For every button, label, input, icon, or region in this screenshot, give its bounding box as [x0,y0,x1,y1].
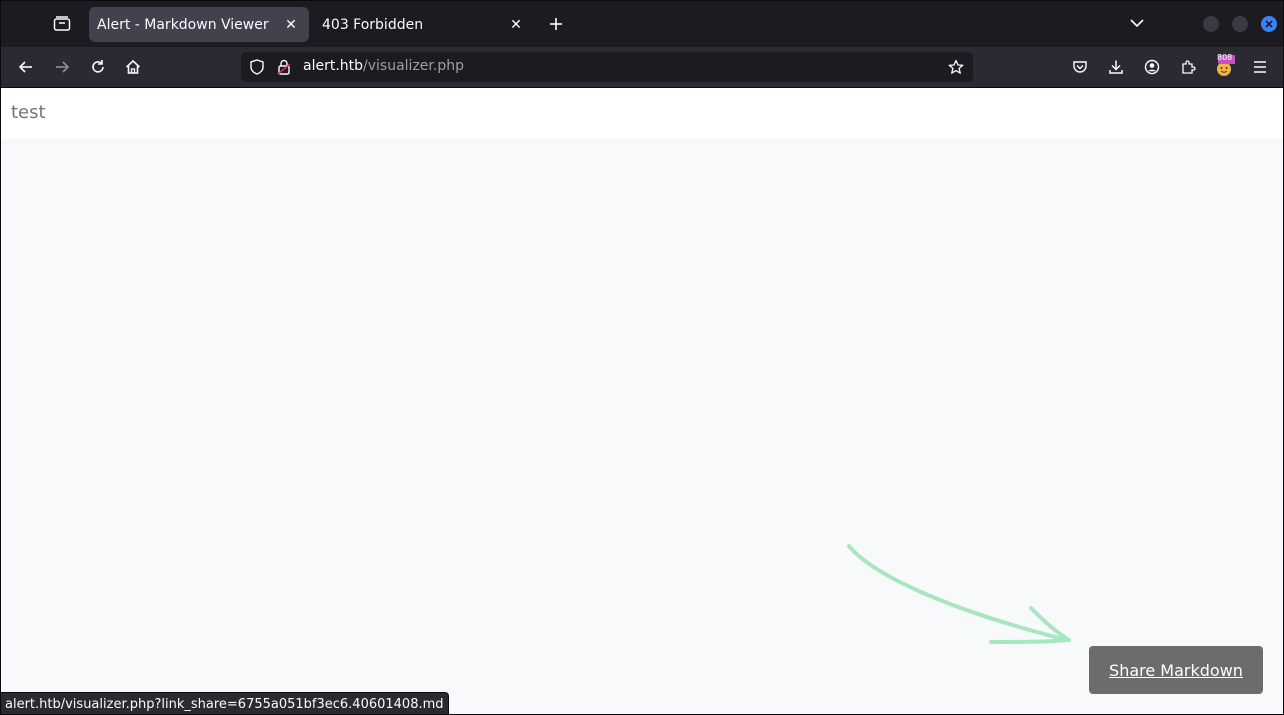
status-bar: alert.htb/visualizer.php?link_share=6755… [1,692,449,714]
close-icon[interactable]: ✕ [506,15,526,35]
extensions-icon[interactable] [1175,54,1201,80]
tab-title: Alert - Markdown Viewer [97,16,269,33]
browser-window: Alert - Markdown Viewer ✕ 403 Forbidden … [0,0,1284,715]
home-icon[interactable] [120,54,146,80]
window-close-button[interactable] [1261,16,1277,32]
lock-icon[interactable] [275,58,293,76]
back-icon[interactable] [13,54,39,80]
tab-bar: Alert - Markdown Viewer ✕ 403 Forbidden … [1,1,1283,47]
minimize-button[interactable] [1203,16,1219,32]
url-text[interactable]: alert.htb/visualizer.php [303,58,464,74]
share-markdown-button[interactable]: Share Markdown [1089,646,1263,694]
forward-icon[interactable] [49,54,75,80]
maximize-button[interactable] [1232,16,1248,32]
close-icon[interactable]: ✕ [281,15,301,35]
shield-icon[interactable] [248,58,266,76]
account-icon[interactable] [1139,54,1165,80]
tab-title: 403 Forbidden [322,16,424,33]
pocket-icon[interactable] [1067,54,1093,80]
markdown-text: test [11,102,46,123]
annotation-arrow [847,544,1071,644]
url-path: /visualizer.php [363,58,464,74]
url-bar[interactable]: alert.htb/visualizer.php [241,52,973,82]
chevron-down-icon[interactable] [1125,11,1149,35]
reload-icon[interactable] [85,54,111,80]
url-host: alert.htb [303,58,364,74]
star-icon[interactable] [947,58,965,76]
menu-icon[interactable] [1247,54,1273,80]
nav-bar: alert.htb/visualizer.php 808 [1,47,1283,88]
markdown-output: test [1,88,1283,139]
tab-list-icon[interactable] [47,9,77,39]
tab-alert-markdown-viewer[interactable]: Alert - Markdown Viewer ✕ [89,7,309,42]
tab-403-forbidden[interactable]: 403 Forbidden ✕ [314,7,534,42]
page-content: test Share Markdown [1,88,1283,714]
addon-badge: 808 [1217,53,1233,62]
plus-icon[interactable] [543,11,569,37]
download-icon[interactable] [1103,54,1129,80]
addon-icon[interactable]: 808 [1211,53,1237,80]
